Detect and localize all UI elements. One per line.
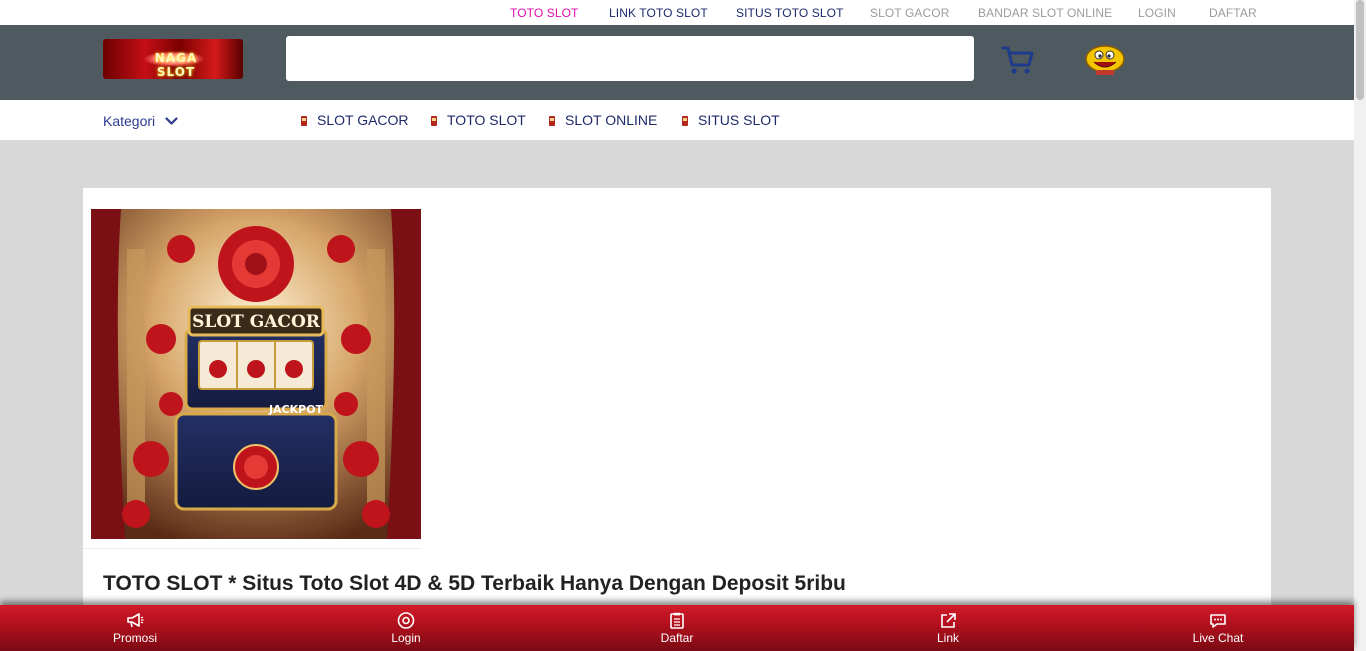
kategori-dropdown[interactable]: Kategori	[103, 113, 178, 129]
bottom-nav-live-chat[interactable]: Live Chat	[1158, 612, 1278, 645]
bottom-nav-label: Login	[391, 631, 421, 645]
slot-machine-icon	[682, 115, 688, 126]
page-title: TOTO SLOT * Situs Toto Slot 4D & 5D Terb…	[103, 572, 846, 595]
megaphone-icon	[127, 613, 144, 628]
chevron-down-icon	[165, 116, 178, 125]
bottom-nav-promosi[interactable]: Promosi	[75, 612, 195, 645]
hero-sign-text: SLOT GACOR	[192, 312, 321, 332]
category-nav: Kategori SLOT GACOR TOTO SLOT SLOT ONLIN…	[0, 100, 1354, 140]
top-link-daftar[interactable]: DAFTAR	[1209, 6, 1257, 20]
nav-link-label: TOTO SLOT	[447, 112, 526, 128]
slot-machine-icon	[549, 115, 555, 126]
nav-link-situs-slot[interactable]: SITUS SLOT	[681, 112, 780, 128]
slot-gacor-hero-image[interactable]: SLOT GACOR JACKPOT	[91, 209, 421, 539]
nav-link-slot-gacor[interactable]: SLOT GACOR	[300, 112, 409, 128]
scrollbar-thumb[interactable]	[1356, 0, 1364, 100]
bottom-nav-daftar[interactable]: Daftar	[617, 612, 737, 645]
nav-link-label: SLOT GACOR	[317, 112, 409, 128]
emoji-avatar-icon[interactable]	[1084, 44, 1126, 76]
top-link-toto-slot[interactable]: TOTO SLOT	[510, 6, 578, 20]
slot-machine-icon	[301, 115, 307, 126]
site-header: NAGA SLOT	[0, 25, 1354, 100]
clipboard-icon	[670, 612, 684, 629]
top-link-login[interactable]: LOGIN	[1138, 6, 1176, 20]
bottom-nav-label: Promosi	[112, 631, 157, 645]
site-logo[interactable]: NAGA SLOT	[103, 39, 243, 79]
external-link-icon	[941, 613, 956, 628]
top-link-bandar-slot-online[interactable]: BANDAR SLOT ONLINE	[978, 6, 1112, 20]
nav-link-label: SLOT ONLINE	[565, 112, 658, 128]
bottom-nav-login[interactable]: Login	[346, 612, 466, 645]
image-divider	[83, 548, 421, 549]
bottom-nav-label: Daftar	[660, 631, 694, 645]
top-link-link-toto-slot[interactable]: LINK TOTO SLOT	[609, 6, 708, 20]
nav-link-slot-online[interactable]: SLOT ONLINE	[548, 112, 657, 128]
nav-link-label: SITUS SLOT	[698, 112, 780, 128]
login-icon	[397, 612, 415, 629]
top-link-slot-gacor[interactable]: SLOT GACOR	[870, 6, 949, 20]
cart-icon[interactable]	[1001, 45, 1035, 75]
product-card: SLOT GACOR JACKPOT TOTO SLOT * Situs Tot…	[83, 188, 1271, 651]
page-scrollbar[interactable]	[1354, 0, 1366, 651]
search-input[interactable]	[286, 36, 974, 81]
hero-jackpot-text: JACKPOT	[268, 403, 324, 416]
nav-link-toto-slot[interactable]: TOTO SLOT	[430, 112, 526, 128]
bottom-nav-link[interactable]: Link	[888, 612, 1008, 645]
chat-icon	[1210, 614, 1226, 628]
slot-machine-icon	[431, 115, 437, 126]
logo-text: NAGA SLOT	[154, 51, 198, 79]
kategori-label: Kategori	[103, 113, 156, 129]
bottom-nav-label: Live Chat	[1192, 631, 1244, 645]
bottom-nav-bar: Promosi Login Daftar Link Live Chat	[0, 605, 1354, 651]
bottom-nav-label: Link	[936, 631, 959, 645]
top-links-bar: TOTO SLOT LINK TOTO SLOT SITUS TOTO SLOT…	[0, 0, 1354, 25]
top-link-situs-toto-slot[interactable]: SITUS TOTO SLOT	[736, 6, 844, 20]
